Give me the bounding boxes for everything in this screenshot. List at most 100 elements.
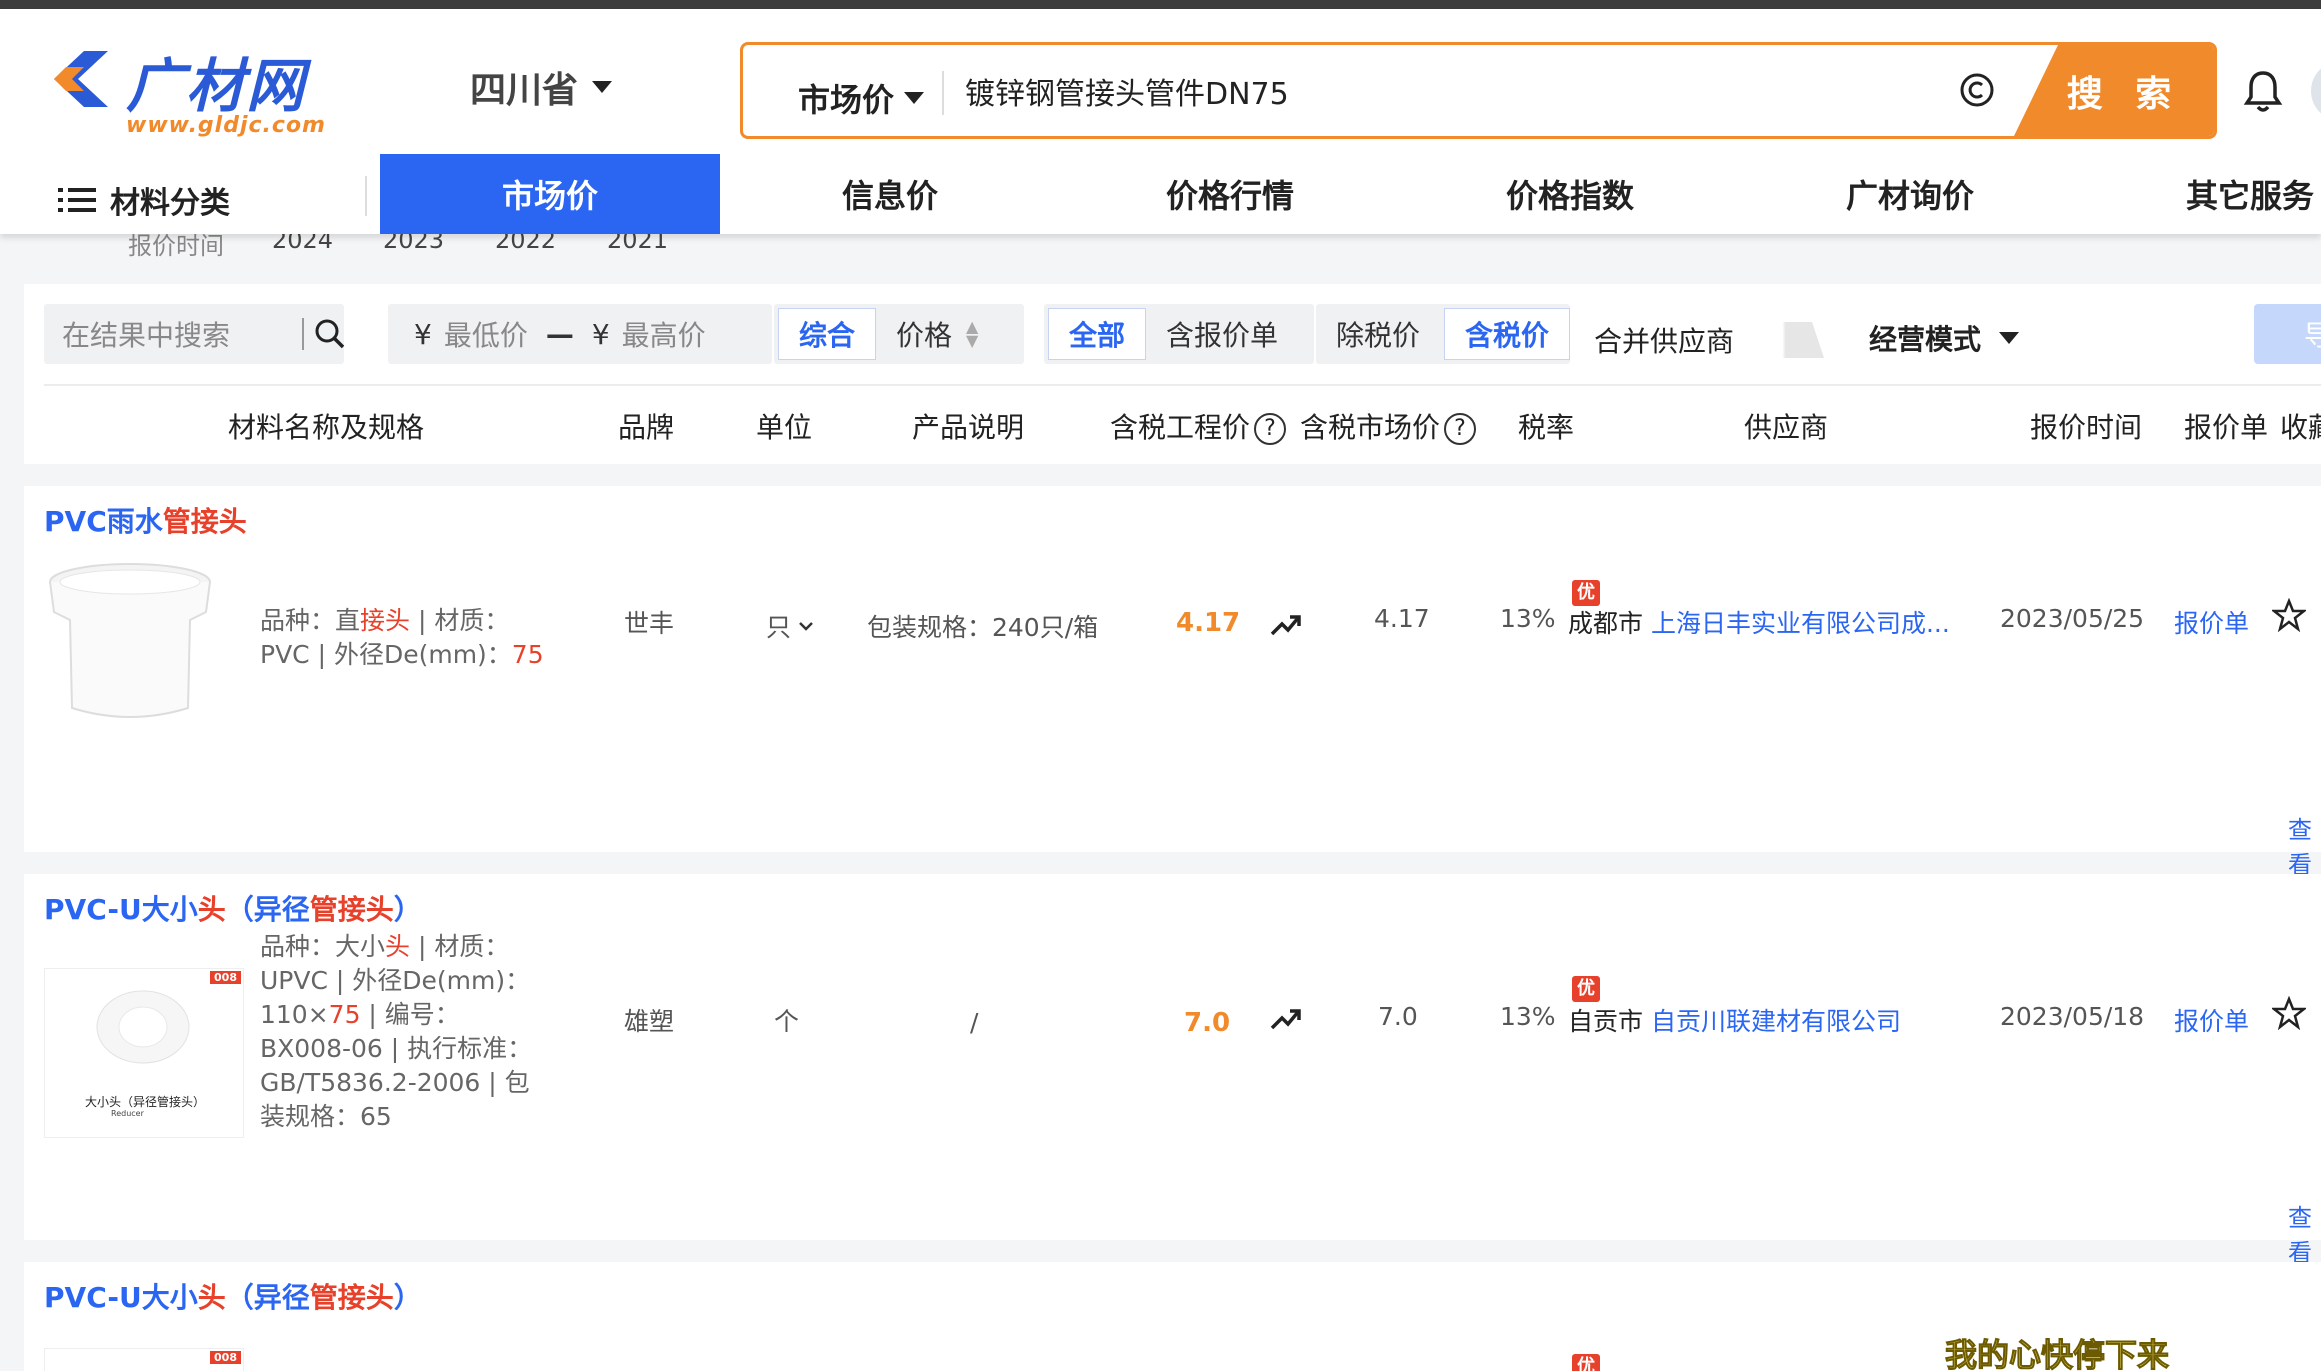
region-label: 四川省 (470, 70, 579, 111)
product-spec: 品种：大小头 | 材质：UPVC | 外径De(mm)：110×75 | 编号：… (260, 930, 550, 1134)
currency-symbol: ¥ (414, 317, 432, 351)
quote-date: 2023/05/18 (2000, 1002, 2145, 1031)
product-title-highlight: 头 (197, 1281, 226, 1314)
sort-arrows-icon: ▲ ▼ (966, 317, 979, 350)
product-card: PVC雨水管接头 品种：直接头 | 材质：PVC | 外径De(mm)：75 世… (24, 486, 2321, 879)
quote-link[interactable]: 报价单 (2174, 1002, 2249, 1038)
product-image[interactable]: 008 大小头（异径管接头） Reducer (44, 968, 244, 1138)
result-search-box[interactable]: 在结果中搜索 (44, 304, 346, 364)
table-header: 材料名称及规格 品牌 单位 产品说明 含税工程价? 含税市场价? 税率 供应商 … (44, 384, 2321, 452)
quote-date: 2023/05/25 (2000, 604, 2145, 633)
product-title[interactable]: PVC-U大小头（异径管接头） (44, 888, 422, 928)
unit-cell: 个 (774, 1007, 800, 1036)
min-price-input[interactable]: 最低价 (444, 314, 528, 354)
quote-link[interactable]: 报价单 (2174, 604, 2249, 640)
search-type-dropdown[interactable]: 市场价 (798, 75, 925, 121)
col-desc: 产品说明 (912, 411, 1025, 444)
tab-other-services[interactable]: 其它服务 (2080, 154, 2321, 234)
logo-url: www.gldjc.com (126, 113, 326, 138)
star-icon[interactable] (2272, 996, 2306, 1030)
thumb-subcaption: Reducer (111, 1109, 144, 1118)
product-title-text: ） (393, 1281, 422, 1314)
product-title-text: （异径 (225, 893, 310, 926)
reducer-image (96, 990, 190, 1064)
tax-excluded[interactable]: 除税价 (1316, 308, 1440, 360)
sort-price[interactable]: 价格 ▲ ▼ (876, 308, 998, 360)
sort-comprehensive[interactable]: 综合 (778, 308, 877, 360)
search-icon[interactable] (314, 318, 346, 350)
trend-up-icon[interactable] (1270, 1006, 1302, 1032)
logo-mark-icon (54, 51, 108, 107)
product-title-text: PVC雨水 (44, 505, 163, 538)
preferred-badge: 优 (1572, 580, 1600, 606)
thumb-badge: 008 (210, 971, 241, 984)
supplier-link[interactable]: 上海日丰实业有限公司成... (1651, 609, 1950, 638)
spec-text: 品种：大小 (260, 932, 386, 961)
tax-included[interactable]: 含税价 (1444, 308, 1570, 360)
max-price-input[interactable]: 最高价 (622, 314, 706, 354)
trend-up-icon[interactable] (1270, 612, 1302, 638)
search-type-label: 市场价 (798, 81, 895, 119)
chevron-down-icon (799, 622, 813, 631)
product-title[interactable]: PVC-U大小头（异径管接头） (44, 1276, 422, 1316)
help-icon[interactable]: ? (1444, 413, 1477, 445)
tab-market-price[interactable]: 市场价 (380, 154, 720, 234)
product-image[interactable] (44, 560, 214, 730)
category-menu[interactable]: 材料分类 (58, 178, 230, 222)
spec-highlight: 75 (511, 640, 544, 669)
thumb-caption: 大小头（异径管接头） (84, 1095, 205, 1109)
tab-info-price[interactable]: 信息价 (720, 154, 1060, 234)
search-button[interactable]: 搜 索 (2014, 45, 2214, 136)
tax-group: 除税价 含税价 (1316, 304, 1570, 364)
eng-price: 4.17 (1176, 608, 1241, 638)
supplier-cell: 自贡市 自贡川联建材有限公司 (1568, 1002, 1901, 1038)
mkt-price: 4.17 (1374, 604, 1430, 633)
desc-cell: / (970, 1008, 979, 1037)
preferred-badge: 优 (1572, 1354, 1600, 1371)
col-mkt-price: 含税市场价? (1300, 406, 1477, 446)
pipe-fitting-image (49, 563, 211, 718)
copyright-clear-icon[interactable] (1958, 71, 1996, 109)
view-more-link[interactable]: 查看 (2288, 810, 2321, 880)
list-menu-icon (58, 188, 96, 212)
supplier-link[interactable]: 自贡川联建材有限公司 (1651, 1007, 1901, 1036)
view-more-link[interactable]: 查看 (2288, 1198, 2321, 1268)
filter-panel: 在结果中搜索 ¥ 最低价 — ¥ 最高价 综合 价格 ▲ ▼ 全部 含报价单 除税… (24, 284, 2321, 464)
product-card: PVC-U大小头（异径管接头） 008 大小头（异径管接头） Reducer 品… (24, 874, 2321, 1267)
help-icon[interactable]: ? (1254, 413, 1287, 445)
search-divider (942, 71, 944, 115)
main-nav: 材料分类 市场价 信息价 价格行情 价格指数 广材询价 其它服务 (0, 154, 2321, 234)
star-icon[interactable] (2272, 598, 2306, 632)
tab-inquiry[interactable]: 广材询价 (1740, 154, 2080, 234)
unit-dropdown[interactable]: 只 (766, 608, 815, 644)
supplier-city: 自贡市 (1568, 1007, 1644, 1036)
avatar[interactable] (2311, 61, 2321, 121)
scope-all[interactable]: 全部 (1048, 308, 1147, 360)
category-menu-label: 材料分类 (110, 186, 230, 221)
export-button[interactable]: 导 (2254, 304, 2321, 364)
browser-top-bar (0, 0, 2321, 9)
desc-cell: 包装规格：240只/箱 (867, 613, 1099, 642)
search-input[interactable] (965, 67, 1665, 115)
sort-group: 综合 价格 ▲ ▼ (774, 304, 1024, 364)
toggle-switch (1744, 322, 1825, 358)
brand-cell: 世丰 (624, 609, 675, 638)
tab-price-trend[interactable]: 价格行情 (1060, 154, 1400, 234)
bell-icon[interactable] (2243, 69, 2283, 113)
search-bar: 市场价 搜 索 (740, 42, 2217, 139)
region-selector[interactable]: 四川省 (470, 61, 613, 113)
business-mode-dropdown[interactable]: 经营模式 (1869, 318, 2020, 358)
product-title-text: PVC-U大小 (44, 1281, 198, 1314)
tab-price-index[interactable]: 价格指数 (1400, 154, 1740, 234)
product-title[interactable]: PVC雨水管接头 (44, 500, 247, 540)
product-image[interactable]: 008 (44, 1348, 244, 1371)
col-quote: 报价单 (2184, 411, 2269, 444)
product-title-text: PVC-U大小 (44, 893, 198, 926)
scope-with-quote[interactable]: 含报价单 (1146, 308, 1298, 360)
brand-cell: 雄塑 (624, 1007, 675, 1036)
col-tax-rate: 税率 (1518, 411, 1575, 444)
product-title-text: （异径 (225, 1281, 310, 1314)
site-logo[interactable]: 广材网 www.gldjc.com (44, 37, 334, 138)
caret-down-icon (1999, 332, 2020, 344)
merge-suppliers-toggle[interactable]: 合并供应商 (1594, 320, 1825, 360)
